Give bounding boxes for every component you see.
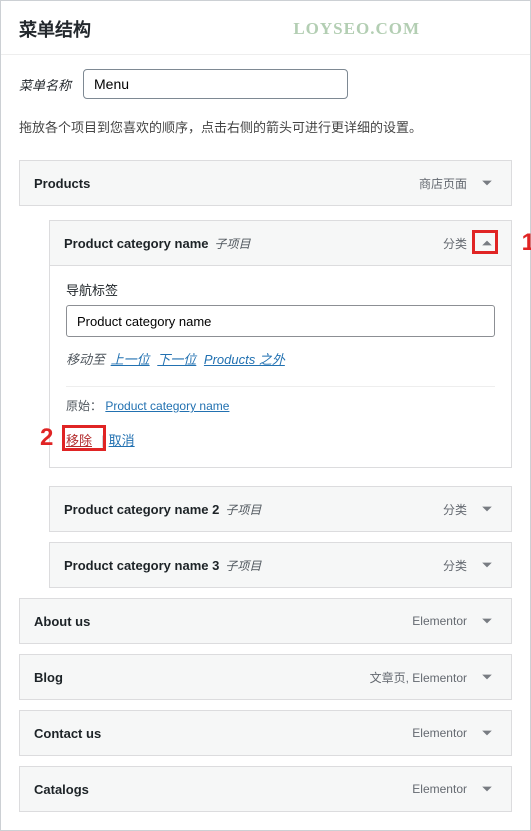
menu-item-title: Catalogs [34, 782, 89, 797]
menu-item-title: About us [34, 614, 90, 629]
menu-item[interactable]: Catalogs Elementor [19, 766, 512, 812]
menu-item-title: Product category name 3 [64, 558, 219, 573]
move-down-link[interactable]: 下一位 [157, 352, 196, 367]
menu-item[interactable]: Products 商店页面 [19, 160, 512, 206]
menu-item-title: Product category name 2 [64, 502, 219, 517]
menu-item-bar[interactable]: Product category name 子项目 分类 [50, 221, 511, 265]
menu-item-title: Products [34, 176, 90, 191]
menu-item-bar[interactable]: About us Elementor [20, 599, 511, 643]
panel-header: 菜单结构 LOYSEO.COM [1, 1, 530, 55]
menu-item-title: Contact us [34, 726, 101, 741]
menu-name-row: 菜单名称 [1, 55, 530, 109]
menu-item-settings: 导航标签 移动至 上一位 下一位 Products 之外 原始： Product… [49, 266, 512, 468]
menu-item-subtitle: 子项目 [225, 557, 261, 574]
menu-structure-panel: 菜单结构 LOYSEO.COM 菜单名称 拖放各个项目到您喜欢的顺序，点击右侧的… [0, 0, 531, 831]
menu-item-type: 商店页面 [419, 175, 467, 192]
menu-item[interactable]: Product category name 子项目 分类 1 [49, 220, 512, 266]
menu-item-type: 分类 [443, 235, 467, 252]
menu-item[interactable]: Contact us Elementor [19, 710, 512, 756]
menu-item-subtitle: 子项目 [225, 501, 261, 518]
chevron-up-icon[interactable] [477, 233, 497, 253]
menu-item-type: Elementor [412, 726, 467, 740]
menu-item-bar[interactable]: Catalogs Elementor [20, 767, 511, 811]
menu-item-title: Blog [34, 670, 63, 685]
original-link[interactable]: Product category name [105, 399, 229, 413]
chevron-down-icon[interactable] [477, 555, 497, 575]
annotation-box-1 [472, 230, 498, 254]
watermark-text: LOYSEO.COM [293, 19, 420, 39]
menu-item-bar[interactable]: Product category name 3 子项目 分类 [50, 543, 511, 587]
menu-items-list: Products 商店页面 Product category name 子项目 … [1, 160, 530, 830]
menu-item-bar[interactable]: Product category name 2 子项目 分类 [50, 487, 511, 531]
move-row: 移动至 上一位 下一位 Products 之外 [66, 349, 495, 368]
nav-label-label: 导航标签 [66, 280, 495, 299]
chevron-down-icon[interactable] [477, 173, 497, 193]
cancel-link[interactable]: 取消 [109, 433, 135, 448]
original-row: 原始： Product category name [66, 386, 495, 414]
menu-item-type: 文章页, Elementor [370, 669, 467, 686]
instructions-text: 拖放各个项目到您喜欢的顺序，点击右侧的箭头可进行更详细的设置。 [1, 109, 530, 150]
menu-item[interactable]: Product category name 3 子项目 分类 [49, 542, 512, 588]
menu-item-subtitle: 子项目 [215, 235, 251, 252]
move-up-link[interactable]: 上一位 [111, 352, 150, 367]
menu-item-bar[interactable]: Blog 文章页, Elementor [20, 655, 511, 699]
menu-item[interactable]: Product category name 2 子项目 分类 [49, 486, 512, 532]
menu-name-label: 菜单名称 [19, 75, 71, 94]
chevron-down-icon[interactable] [477, 723, 497, 743]
chevron-down-icon[interactable] [477, 611, 497, 631]
menu-item-type: 分类 [443, 557, 467, 574]
action-row: 2 移除 | 取消 [66, 428, 495, 451]
menu-name-input[interactable] [83, 69, 348, 99]
chevron-down-icon[interactable] [477, 667, 497, 687]
menu-item-bar[interactable]: Contact us Elementor [20, 711, 511, 755]
menu-item-bar[interactable]: Products 商店页面 [20, 161, 511, 205]
chevron-down-icon[interactable] [477, 779, 497, 799]
nav-label-input[interactable] [66, 305, 495, 337]
menu-item-title: Product category name [64, 236, 209, 251]
menu-item-type: Elementor [412, 614, 467, 628]
annotation-number-1: 1 [522, 229, 531, 257]
menu-item[interactable]: Blog 文章页, Elementor [19, 654, 512, 700]
panel-title: 菜单结构 [19, 16, 512, 42]
menu-item-type: 分类 [443, 501, 467, 518]
annotation-number-2: 2 [40, 424, 53, 452]
original-label: 原始： [66, 399, 102, 413]
move-label: 移动至 [66, 352, 105, 367]
move-out-link[interactable]: Products 之外 [204, 352, 285, 367]
chevron-down-icon[interactable] [477, 499, 497, 519]
menu-item[interactable]: About us Elementor [19, 598, 512, 644]
menu-item-type: Elementor [412, 782, 467, 796]
annotation-box-2 [62, 425, 106, 451]
